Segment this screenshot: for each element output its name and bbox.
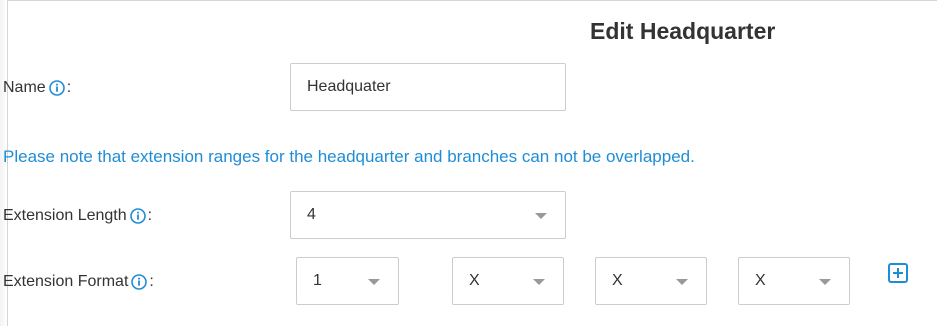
chevron-down-icon (676, 279, 688, 285)
extension-format-label-colon: : (149, 273, 154, 290)
extension-format-label-row: Extension Format : (3, 273, 154, 291)
page-title: Edit Headquarter (590, 18, 776, 44)
extension-format-digit-3-value: X (612, 272, 623, 289)
name-input[interactable] (290, 63, 566, 111)
extension-format-digit-1-value: 1 (313, 272, 322, 289)
extension-format-label: Extension Format (3, 273, 129, 290)
extension-length-label: Extension Length (3, 207, 127, 224)
name-label: Name (3, 79, 46, 96)
chevron-down-icon (535, 213, 547, 219)
extension-format-digit-2-select[interactable]: X (452, 257, 564, 305)
info-icon[interactable] (131, 274, 148, 290)
extension-length-label-colon: : (147, 207, 153, 224)
extension-format-digit-4-select[interactable]: X (738, 257, 850, 305)
info-icon[interactable] (129, 208, 146, 224)
name-label-colon: : (66, 79, 72, 96)
add-digit-button[interactable] (888, 263, 908, 283)
extension-format-digit-3-select[interactable]: X (595, 257, 707, 305)
chevron-down-icon (533, 279, 545, 285)
extension-format-digit-1-select[interactable]: 1 (296, 257, 399, 305)
chevron-down-icon (819, 279, 831, 285)
extension-length-value: 4 (307, 206, 316, 223)
extension-range-note: Please note that extension ranges for th… (3, 147, 695, 166)
extension-format-digit-2-value: X (469, 272, 480, 289)
chevron-down-icon (368, 279, 380, 285)
extension-format-digit-4-value: X (755, 272, 766, 289)
extension-length-label-row: Extension Length : (3, 207, 152, 225)
info-icon[interactable] (48, 80, 65, 96)
extension-length-select[interactable]: 4 (290, 191, 566, 239)
name-label-row: Name : (3, 79, 71, 97)
